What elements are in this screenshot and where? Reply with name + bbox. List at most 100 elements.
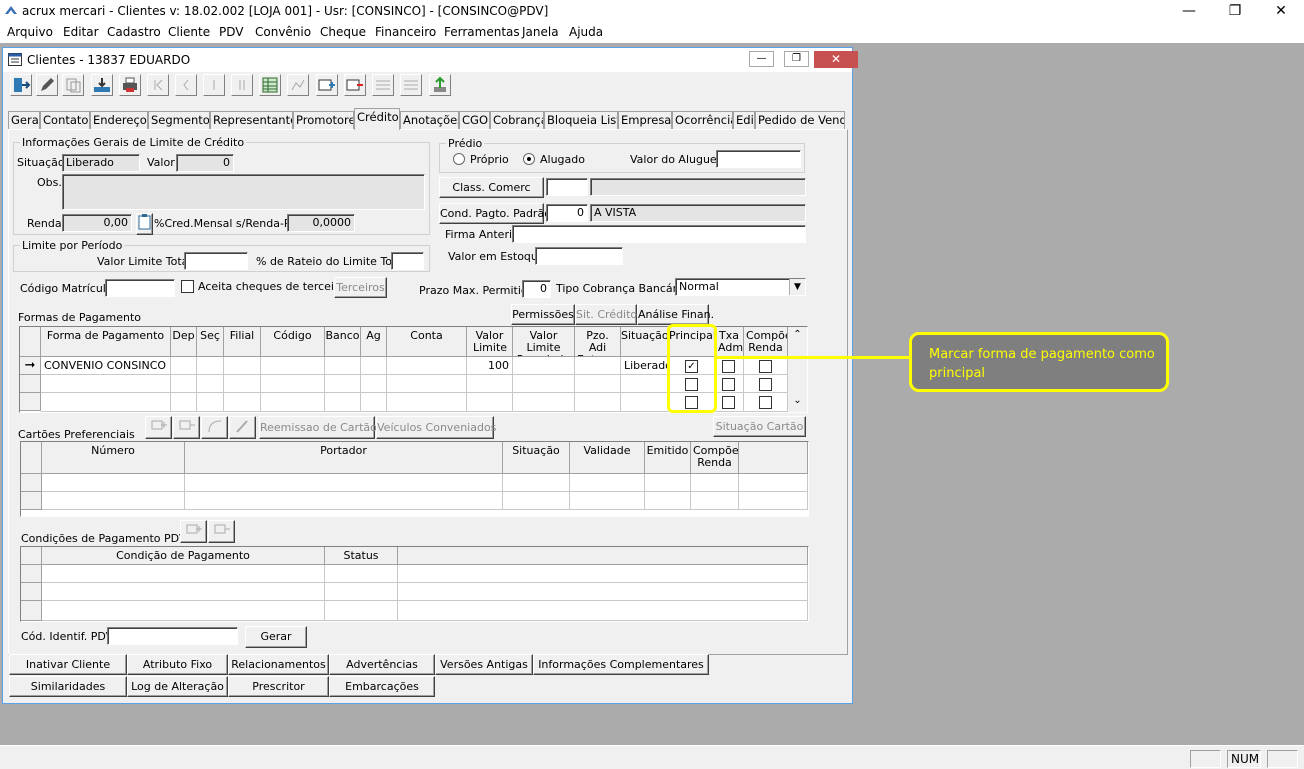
- class-comerc-button[interactable]: Class. Comerc: [439, 177, 544, 198]
- analise-finan-button[interactable]: Análise Finan.: [637, 304, 714, 325]
- condicoes-grid[interactable]: Condição de Pagamento Status: [20, 546, 809, 622]
- cartao-edit-button[interactable]: [201, 416, 228, 439]
- menu-cheque[interactable]: Cheque: [320, 25, 366, 39]
- cod-identif-pdv-input[interactable]: [107, 627, 238, 645]
- tab-ocorrencia[interactable]: Ocorrência: [672, 111, 733, 129]
- tab-creditos[interactable]: Créditos: [354, 108, 400, 130]
- cond-pagto-code-input[interactable]: 0: [546, 204, 588, 222]
- insert-row-button[interactable]: [372, 74, 394, 96]
- class-comerc-code-input[interactable]: [546, 178, 588, 196]
- menu-ajuda[interactable]: Ajuda: [569, 25, 603, 39]
- tab-cobranca[interactable]: Cobrança: [490, 111, 544, 129]
- tab-segmentos[interactable]: Segmentos: [148, 111, 210, 129]
- veiculos-conveniados-button[interactable]: Veículos Conveniados: [376, 416, 496, 439]
- renda-calc-button[interactable]: [136, 213, 153, 235]
- valor-estoque-input[interactable]: [535, 247, 623, 265]
- first-record-button[interactable]: [147, 74, 169, 96]
- cartao-pencil-button[interactable]: [229, 416, 256, 439]
- cartao-remove-button[interactable]: [173, 416, 200, 439]
- prazo-max-input[interactable]: 0: [522, 280, 551, 298]
- scroll-down-icon[interactable]: ⌄: [788, 395, 807, 409]
- cartoes-grid[interactable]: Número Portador Situação Validade Emitid…: [20, 441, 809, 517]
- gerar-button[interactable]: Gerar: [245, 626, 307, 648]
- tab-anotacoes[interactable]: Anotações: [400, 111, 459, 129]
- next-record-button[interactable]: [203, 74, 225, 96]
- alugado-radio[interactable]: [523, 153, 535, 165]
- tab-edi[interactable]: Edi: [733, 111, 755, 129]
- menu-convenio[interactable]: Convênio: [255, 25, 311, 39]
- last-record-button[interactable]: [231, 74, 253, 96]
- condicao-add-button[interactable]: [180, 520, 207, 543]
- formas-grid-scrollbar[interactable]: ⌃ ⌄: [788, 327, 807, 412]
- exit-button[interactable]: [10, 74, 32, 96]
- scroll-up-icon[interactable]: ⌃: [788, 329, 807, 343]
- log-alteracao-button[interactable]: Log de Alteração: [127, 676, 228, 697]
- prescritor-button[interactable]: Prescritor: [228, 676, 329, 697]
- menu-arquivo[interactable]: Arquivo: [7, 25, 53, 39]
- restore-button[interactable]: ❐: [1212, 0, 1258, 22]
- situacao-cartao-button[interactable]: Situação Cartão: [713, 416, 806, 437]
- compoe-renda-checkbox-row1[interactable]: [759, 360, 772, 373]
- close-button[interactable]: ✕: [1258, 0, 1304, 22]
- minimize-button[interactable]: —: [1166, 0, 1212, 22]
- export-button[interactable]: [429, 74, 451, 96]
- tipo-cobranca-select[interactable]: Normal ▼: [675, 278, 806, 296]
- grid-view-button[interactable]: [259, 74, 281, 96]
- advertencias-button[interactable]: Advertências: [329, 654, 435, 675]
- window-close-button[interactable]: ✕: [814, 51, 858, 68]
- cartao-add-button[interactable]: [145, 416, 172, 439]
- compoe-renda-checkbox-row3[interactable]: [759, 396, 772, 409]
- embarcacoes-button[interactable]: Embarcações: [329, 676, 435, 697]
- relacionamentos-button[interactable]: Relacionamentos: [228, 654, 329, 675]
- tab-enderecos[interactable]: Endereços: [90, 111, 148, 129]
- row-forma-pagamento[interactable]: CONVENIO CONSINCO: [41, 357, 171, 375]
- tab-bloqueia-lista[interactable]: Bloqueia Lista: [544, 111, 618, 129]
- menu-cadastro[interactable]: Cadastro: [107, 25, 161, 39]
- menu-editar[interactable]: Editar: [63, 25, 99, 39]
- add-record-button[interactable]: [316, 74, 338, 96]
- txa-adm-checkbox-row2[interactable]: [722, 378, 735, 391]
- inativar-cliente-button[interactable]: Inativar Cliente: [9, 654, 127, 675]
- menu-ferramentas[interactable]: Ferramentas: [444, 25, 520, 39]
- compoe-renda-checkbox-row2[interactable]: [759, 378, 772, 391]
- menu-financeiro[interactable]: Financeiro: [375, 25, 436, 39]
- menu-cliente[interactable]: Cliente: [168, 25, 210, 39]
- aceita-cheques-checkbox[interactable]: [181, 280, 194, 293]
- condicao-remove-button[interactable]: [208, 520, 235, 543]
- window-minimize-button[interactable]: —: [749, 51, 774, 67]
- reemissao-cartao-button[interactable]: Reemissao de Cartão: [259, 416, 377, 439]
- permissoes-button[interactable]: Permissões: [511, 304, 575, 325]
- remove-row-button[interactable]: [400, 74, 422, 96]
- informacoes-complementares-button[interactable]: Informações Complementares: [533, 654, 709, 675]
- tab-representantes[interactable]: Representantes: [210, 111, 293, 129]
- firma-anterior-input[interactable]: [512, 225, 806, 243]
- tab-contatos[interactable]: Contatos: [40, 111, 90, 129]
- atributo-fixo-button[interactable]: Atributo Fixo: [127, 654, 228, 675]
- txa-adm-checkbox-row1[interactable]: [722, 360, 735, 373]
- save-button[interactable]: [91, 74, 113, 96]
- delete-record-button[interactable]: [344, 74, 366, 96]
- versoes-antigas-button[interactable]: Versões Antigas: [435, 654, 533, 675]
- similaridades-button[interactable]: Similaridades: [9, 676, 127, 697]
- tab-cgo[interactable]: CGO: [459, 111, 490, 129]
- valor-aluguel-input[interactable]: [716, 150, 801, 168]
- window-restore-button[interactable]: ❐: [784, 51, 809, 67]
- edit-button[interactable]: [36, 74, 58, 96]
- txa-adm-checkbox-row3[interactable]: [722, 396, 735, 409]
- cond-pagto-padrao-button[interactable]: Cond. Pagto. Padrão: [439, 203, 551, 224]
- valor-limite-total-input[interactable]: [184, 252, 248, 270]
- prev-record-button[interactable]: [175, 74, 197, 96]
- chevron-down-icon[interactable]: ▼: [789, 279, 805, 295]
- chart-button[interactable]: [287, 74, 309, 96]
- tab-pedido-de-venda[interactable]: Pedido de Venda: [755, 111, 845, 129]
- proprio-radio[interactable]: [453, 153, 465, 165]
- codigo-matricula-input[interactable]: [105, 279, 175, 297]
- rateio-input[interactable]: [391, 252, 424, 270]
- tab-empresas[interactable]: Empresas: [618, 111, 672, 129]
- sit-credito-button[interactable]: Sit. Crédito: [575, 304, 637, 325]
- print-button[interactable]: [119, 74, 141, 96]
- copy-button[interactable]: [62, 74, 84, 96]
- tab-promotores[interactable]: Promotores: [293, 111, 354, 129]
- terceiros-button[interactable]: Terceiros: [334, 277, 387, 298]
- menu-pdv[interactable]: PDV: [219, 25, 243, 39]
